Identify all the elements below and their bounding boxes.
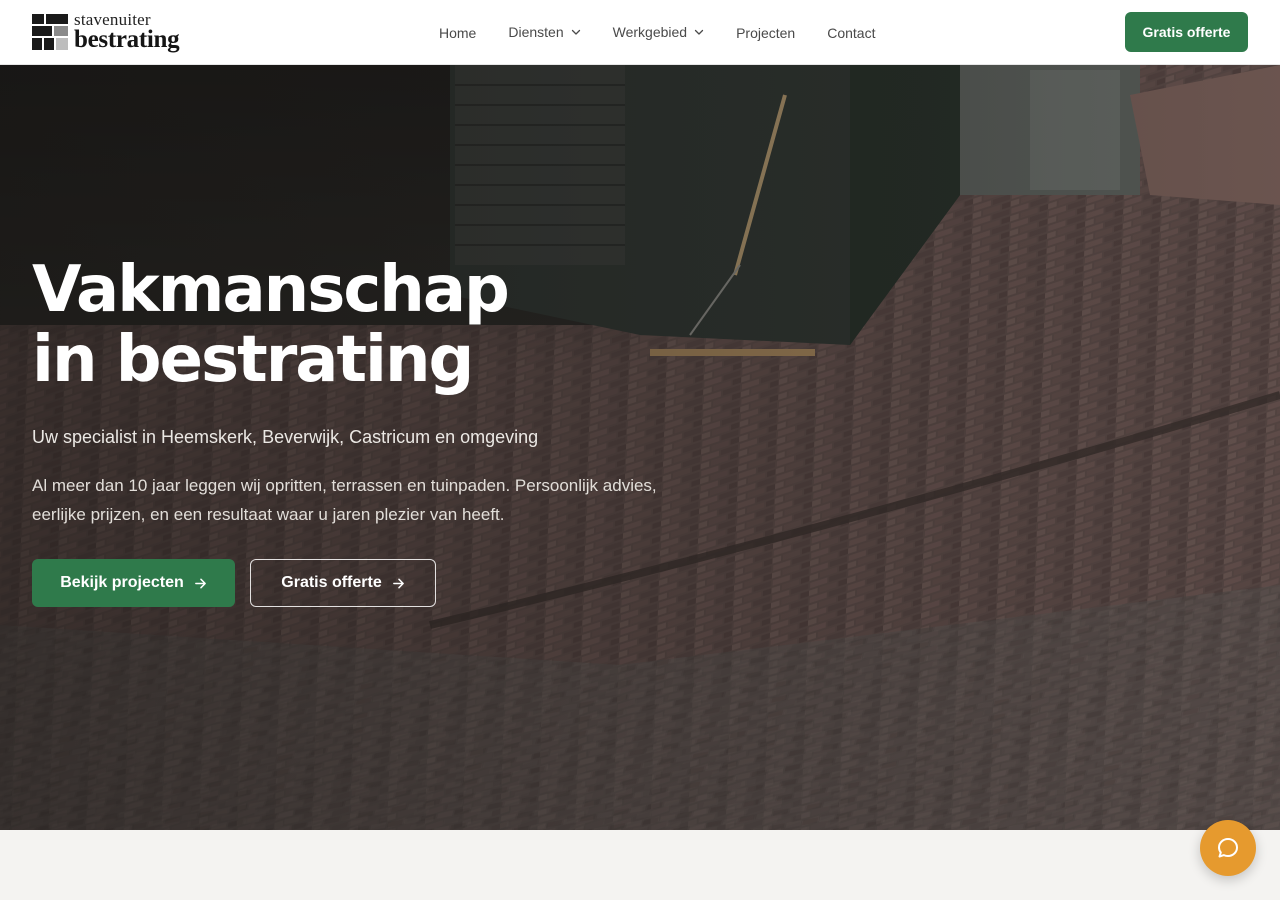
header-quote-button[interactable]: Gratis offerte <box>1125 12 1248 52</box>
nav-item-label: Home <box>439 24 477 41</box>
view-projects-label: Bekijk projecten <box>60 574 184 591</box>
logo-mark-icon <box>32 13 68 50</box>
chat-bubble-icon <box>1218 838 1238 858</box>
nav-item-label: Projecten <box>736 24 796 41</box>
free-quote-label: Gratis offerte <box>281 574 382 591</box>
hero-title-highlight: bestrating <box>115 323 475 397</box>
hero-section: Vakmanschap in bestrating Uw specialist … <box>0 65 1280 830</box>
view-projects-button[interactable]: Bekijk projecten <box>32 559 235 607</box>
hero-title-prefix: in <box>32 323 116 397</box>
nav-item-label: Contact <box>827 24 876 41</box>
chevron-down-icon <box>571 29 580 35</box>
hero-title-line1: Vakmanschap <box>32 253 510 327</box>
chat-button[interactable] <box>1200 820 1256 876</box>
hero-subtitle: Uw specialist in Heemskerk, Beverwijk, C… <box>32 427 539 447</box>
hero-title: Vakmanschap in bestrating <box>32 253 510 397</box>
arrow-right-icon <box>194 578 206 588</box>
free-quote-button[interactable]: Gratis offerte <box>250 559 436 607</box>
nav-item-home[interactable]: Home <box>439 25 476 41</box>
nav-item-label: Diensten <box>508 23 564 40</box>
nav-item-projecten[interactable]: Projecten <box>736 25 795 41</box>
nav-item-contact[interactable]: Contact <box>827 25 875 41</box>
hero-description: Al meer dan 10 jaar leggen wij opritten,… <box>32 476 657 524</box>
logo-name-bottom: bestrating <box>74 26 180 53</box>
main-nav: Home Diensten Werkgebied Projecten Conta… <box>439 0 907 65</box>
nav-item-diensten[interactable]: Diensten <box>508 24 580 40</box>
site-header: stavenuiter bestrating Home Diensten Wer… <box>0 0 1280 65</box>
logo[interactable]: stavenuiter bestrating <box>32 11 180 53</box>
chevron-down-icon <box>694 29 704 35</box>
arrow-right-icon <box>392 578 404 588</box>
nav-item-label: Werkgebied <box>612 23 688 40</box>
nav-item-werkgebied[interactable]: Werkgebied <box>613 24 704 40</box>
